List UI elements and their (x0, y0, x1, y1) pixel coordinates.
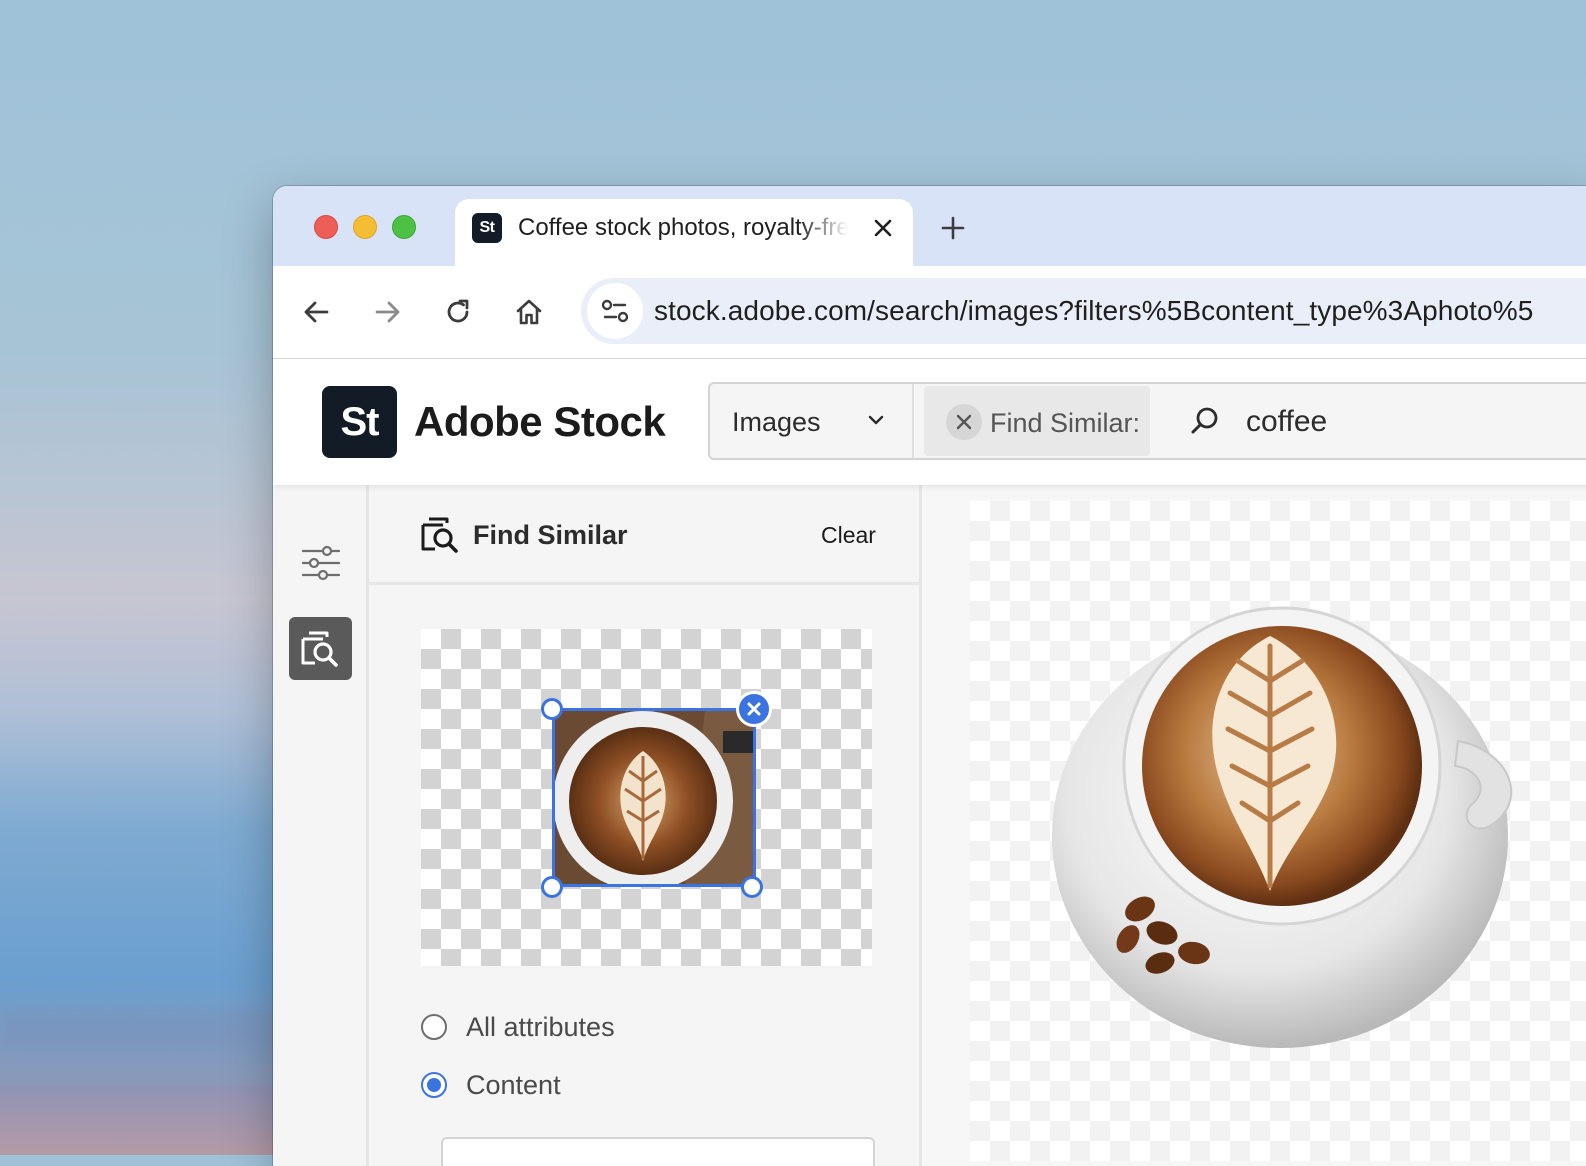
tab-title: Coffee stock photos, royalty-free images (518, 214, 848, 241)
site-logo-text[interactable]: Adobe Stock (414, 396, 666, 448)
left-tool-rail (273, 485, 369, 1166)
radio-label: Content (466, 1070, 561, 1100)
site-settings-tune-icon (601, 299, 629, 323)
find-similar-chip: Find Similar: (924, 386, 1150, 456)
find-similar-panel: Find Similar Clear All attributes Conten… (369, 485, 922, 1166)
tab-close-icon[interactable] (868, 213, 898, 243)
find-similar-tool-button[interactable] (289, 617, 352, 680)
magnifier-icon[interactable] (1188, 404, 1222, 438)
adobe-stock-page: St Adobe Stock Images Find Similar: coff… (273, 359, 1586, 1166)
site-info-button[interactable] (587, 283, 643, 339)
radio-all-attributes[interactable] (421, 1014, 447, 1040)
asset-type-dropdown[interactable]: Images (710, 384, 914, 458)
panel-header: Find Similar Clear (369, 485, 919, 585)
adobe-stock-favicon-icon: St (472, 213, 502, 243)
crop-handle-bottom-right[interactable] (741, 876, 763, 898)
radio-label: All attributes (466, 1012, 615, 1042)
asset-type-selected: Images (732, 407, 821, 437)
reference-image-canvas (421, 629, 872, 966)
crop-selection-frame[interactable] (552, 708, 756, 887)
close-icon (747, 702, 761, 716)
adobe-stock-logo-icon[interactable]: St (322, 386, 397, 458)
image-search-icon (421, 517, 458, 553)
radio-content[interactable] (421, 1072, 447, 1098)
sliders-icon[interactable] (298, 540, 344, 586)
search-bar: Images Find Similar: (708, 382, 1586, 460)
site-header: St Adobe Stock Images Find Similar: (273, 359, 1586, 485)
option-all-attributes[interactable]: All attributes (421, 1010, 741, 1046)
home-icon[interactable] (509, 292, 549, 332)
reload-icon[interactable] (438, 292, 478, 332)
desktop-wallpaper-ground (0, 1085, 280, 1155)
panel-title: Find Similar (473, 520, 628, 550)
close-icon (956, 414, 972, 430)
tab-strip: St Coffee stock photos, royalty-free ima… (273, 186, 1586, 266)
crop-handle-top-left[interactable] (541, 698, 563, 720)
url-text: stock.adobe.com/search/images?filters%5B… (654, 295, 1534, 326)
result-coffee-cup-image (1052, 606, 1513, 1048)
new-tab-plus-icon[interactable] (935, 210, 971, 246)
chip-remove-button[interactable] (946, 404, 982, 440)
clear-button[interactable]: Clear (821, 521, 876, 549)
remove-selection-button[interactable] (736, 691, 772, 727)
desktop-wallpaper-haze (0, 1010, 280, 1050)
browser-tab-active[interactable]: St Coffee stock photos, royalty-free ima… (455, 199, 913, 266)
search-input[interactable] (1246, 402, 1566, 442)
reference-coffee-image (555, 711, 753, 884)
image-search-icon (301, 631, 338, 667)
window-minimize-button[interactable] (353, 215, 377, 239)
back-arrow-icon[interactable] (297, 292, 337, 332)
window-zoom-button[interactable] (392, 215, 416, 239)
search-results-area (922, 485, 1586, 1166)
chevron-down-icon (868, 415, 884, 425)
option-content[interactable]: Content (421, 1068, 741, 1104)
address-bar[interactable]: stock.adobe.com/search/images?filters%5B… (581, 278, 1586, 344)
result-image-tile[interactable] (970, 501, 1586, 1161)
browser-toolbar: stock.adobe.com/search/images?filters%5B… (273, 266, 1586, 359)
browser-window: St Coffee stock photos, royalty-free ima… (273, 186, 1586, 1166)
window-close-button[interactable] (314, 215, 338, 239)
chip-label: Find Similar: (990, 408, 1141, 438)
crop-handle-bottom-left[interactable] (541, 876, 563, 898)
forward-arrow-icon[interactable] (367, 292, 407, 332)
